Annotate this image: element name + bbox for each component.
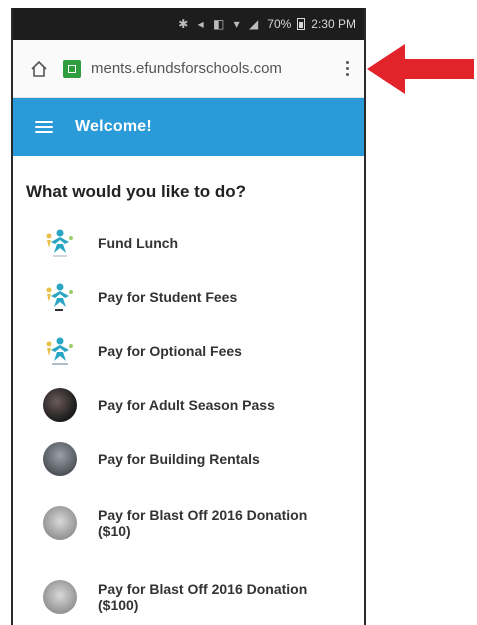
status-bar: ✱ ◂ ◧ ▾ ◢ 70% 2:30 PM xyxy=(13,8,364,40)
list-item-building-rentals[interactable]: Pay for Building Rentals xyxy=(13,432,364,486)
status-icons: ✱ ◂ ◧ ▾ ◢ xyxy=(178,17,262,31)
header-title: Welcome! xyxy=(75,118,152,135)
status-time: 2:30 PM xyxy=(311,17,356,31)
list-item-label: Pay for Student Fees xyxy=(98,289,238,305)
donation-photo-icon xyxy=(43,506,77,540)
list-item-label: Pay for Optional Fees xyxy=(98,343,242,359)
phone-screen: ✱ ◂ ◧ ▾ ◢ 70% 2:30 PM ments.efundsforsch… xyxy=(11,8,366,625)
browser-menu-button[interactable] xyxy=(342,61,352,76)
list-item-label: Pay for Blast Off 2016 Donation ($100) xyxy=(98,581,308,613)
list-item-label: Pay for Blast Off 2016 Donation ($10) xyxy=(98,507,308,539)
list-item-label: Pay for Building Rentals xyxy=(98,451,260,467)
red-arrow-annotation-icon xyxy=(367,44,474,94)
list-item-donation-100[interactable]: Pay for Blast Off 2016 Donation ($100) xyxy=(13,560,364,625)
list-item-label: Fund Lunch xyxy=(98,235,179,251)
browser-address-bar: ments.efundsforschools.com xyxy=(13,40,364,98)
home-icon[interactable] xyxy=(29,59,49,79)
building-photo-icon xyxy=(43,442,77,476)
list-item-adult-season-pass[interactable]: Pay for Adult Season Pass xyxy=(13,378,364,432)
list-item-donation-10[interactable]: Pay for Blast Off 2016 Donation ($10) xyxy=(13,486,364,560)
list-item-optional-fees[interactable]: Pay for Optional Fees xyxy=(13,324,364,378)
app-header: Welcome! xyxy=(13,98,364,156)
lunch-logo-icon xyxy=(43,226,77,260)
options-list: Fund Lunch Pay for Student Fees Pay for … xyxy=(13,216,364,625)
site-favicon-icon xyxy=(63,59,81,78)
donation-photo-icon xyxy=(43,580,77,614)
season-pass-photo-icon xyxy=(43,388,77,422)
fees-logo-icon xyxy=(43,280,77,314)
hamburger-menu-icon[interactable] xyxy=(35,121,53,133)
url-field[interactable]: ments.efundsforschools.com xyxy=(91,60,342,77)
optional-fees-logo-icon xyxy=(43,334,77,368)
list-item-student-fees[interactable]: Pay for Student Fees xyxy=(13,270,364,324)
battery-icon xyxy=(297,18,306,30)
page-prompt: What would you like to do? xyxy=(26,182,247,201)
list-item-label: Pay for Adult Season Pass xyxy=(98,397,275,413)
list-item-fund-lunch[interactable]: Fund Lunch xyxy=(13,216,364,270)
battery-percent: 70% xyxy=(267,17,292,31)
